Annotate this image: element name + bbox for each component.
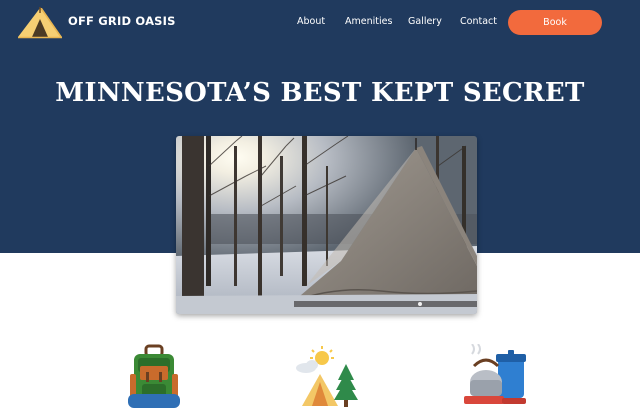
hero-headline: MINNESOTA’S BEST KEPT SECRET [55, 78, 585, 108]
nav-link-about[interactable]: About [297, 16, 325, 27]
nav-link-amenities[interactable]: Amenities [345, 16, 392, 27]
hero-photo [176, 136, 477, 314]
nav-link-contact[interactable]: Contact [460, 16, 497, 27]
brand-name[interactable]: OFF GRID OASIS [68, 14, 176, 28]
page: OFF GRID OASIS About Amenities Gallery C… [0, 0, 640, 414]
site-header: OFF GRID OASIS About Amenities Gallery C… [0, 0, 640, 46]
book-button[interactable]: Book [508, 10, 602, 35]
cooking-pot-icon [464, 343, 528, 408]
nav-link-gallery[interactable]: Gallery [408, 16, 442, 27]
backpack-icon [122, 344, 186, 408]
tent-logo-icon[interactable] [16, 7, 64, 39]
tent-campsite-icon [290, 344, 358, 408]
